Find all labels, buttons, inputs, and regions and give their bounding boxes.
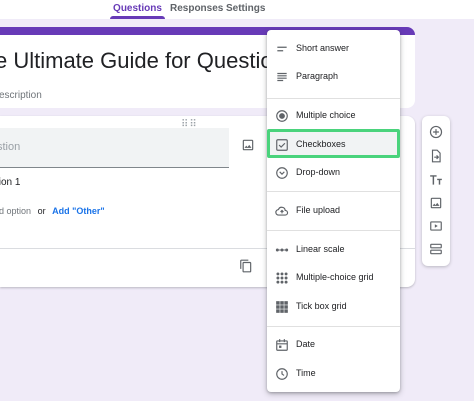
menu-divider: [267, 230, 400, 231]
menu-item-label: File upload: [296, 205, 341, 215]
menu-item-label: Multiple-choice grid: [296, 272, 374, 282]
tab-responses[interactable]: Responses: [170, 3, 223, 19]
add-image-icon[interactable]: [241, 138, 255, 157]
menu-item-file-upload[interactable]: File upload: [267, 200, 400, 222]
menu-divider: [267, 326, 400, 327]
question-placeholder: stion: [0, 141, 21, 153]
add-other-link[interactable]: Add "Other": [52, 206, 105, 216]
add-section-icon[interactable]: [429, 242, 443, 256]
clock-icon: [275, 367, 289, 381]
menu-item-label: Date: [296, 339, 316, 349]
question-title-input[interactable]: stion: [0, 128, 229, 168]
calendar-icon: [275, 338, 289, 352]
menu-item-multiple-choice[interactable]: Multiple choice: [267, 105, 400, 127]
menu-item-multiple-choice-grid[interactable]: Multiple-choice grid: [267, 267, 400, 289]
add-image-icon[interactable]: [429, 196, 443, 210]
duplicate-icon[interactable]: [239, 259, 253, 278]
tab-questions[interactable]: Questions: [110, 3, 165, 19]
option-1-label[interactable]: tion 1: [0, 177, 20, 188]
checkbox-icon: [275, 138, 289, 152]
menu-item-linear-scale[interactable]: Linear scale: [267, 239, 400, 261]
grid-squares-icon: [275, 300, 289, 314]
add-title-icon[interactable]: [429, 173, 443, 187]
cloud-upload-icon: [275, 204, 289, 218]
menu-item-tick-box-grid[interactable]: Tick box grid: [267, 296, 400, 318]
menu-item-date[interactable]: Date: [267, 334, 400, 356]
top-tab-bar: Questions Responses Settings: [0, 0, 474, 19]
add-question-icon[interactable]: [429, 125, 443, 139]
or-text: or: [37, 206, 46, 216]
radio-button-icon: [275, 109, 289, 123]
floating-toolbar: [422, 116, 450, 266]
menu-item-checkboxes[interactable]: Checkboxes: [267, 129, 400, 158]
menu-item-label: Paragraph: [296, 71, 339, 81]
menu-item-label: Drop-down: [296, 167, 341, 177]
menu-divider: [267, 191, 400, 192]
question-type-menu: Short answer Paragraph Multiple choice C…: [267, 30, 400, 392]
paragraph-icon: [275, 70, 289, 84]
add-video-icon[interactable]: [429, 219, 443, 233]
tab-settings[interactable]: Settings: [226, 3, 265, 19]
menu-item-drop-down[interactable]: Drop-down: [267, 162, 400, 184]
menu-item-label: Tick box grid: [296, 301, 347, 311]
menu-divider: [267, 98, 400, 99]
dropdown-circle-icon: [275, 166, 289, 180]
add-option-link[interactable]: ed option: [0, 206, 31, 216]
menu-item-time[interactable]: Time: [267, 363, 400, 385]
linear-scale-icon: [275, 243, 289, 257]
short-answer-icon: [275, 42, 289, 56]
menu-item-paragraph[interactable]: Paragraph: [267, 66, 400, 88]
add-option-row: ed option or Add "Other": [0, 206, 105, 216]
form-description[interactable]: escription: [0, 90, 42, 101]
import-questions-icon[interactable]: [429, 149, 443, 163]
menu-item-label: Short answer: [296, 43, 350, 53]
menu-item-label: Linear scale: [296, 244, 345, 254]
menu-item-short-answer[interactable]: Short answer: [267, 38, 400, 60]
menu-item-label: Multiple choice: [296, 110, 356, 120]
menu-item-label: Time: [296, 368, 316, 378]
grid-dots-icon: [275, 271, 289, 285]
menu-item-label: Checkboxes: [296, 139, 346, 149]
